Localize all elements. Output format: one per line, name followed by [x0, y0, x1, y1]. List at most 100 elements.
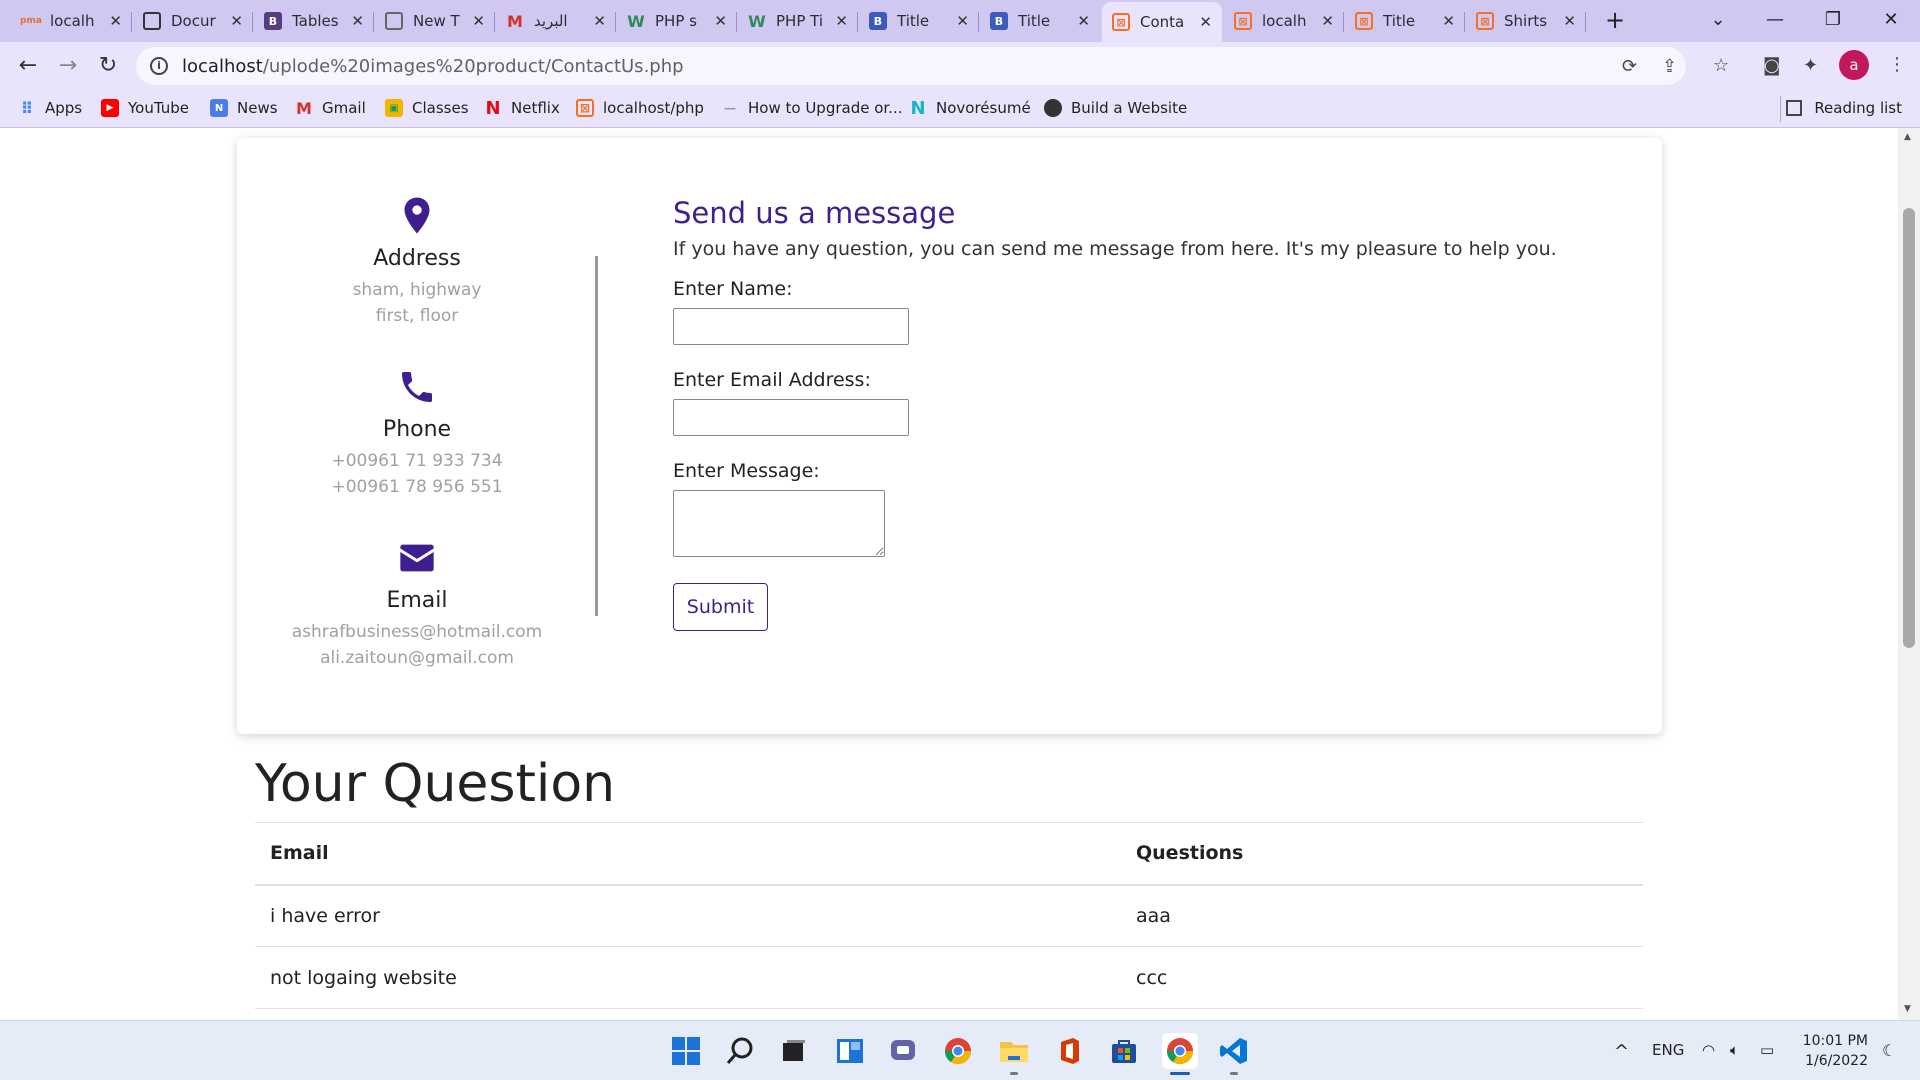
bookmark-label: How to Upgrade or... [748, 99, 903, 117]
restore-button[interactable]: ❐ [1810, 4, 1856, 36]
close-icon[interactable]: ✕ [109, 12, 122, 30]
close-icon[interactable]: ✕ [835, 12, 848, 30]
search-icon[interactable] [722, 1033, 758, 1069]
browser-tab[interactable]: Docur ✕ [133, 6, 253, 36]
browser-tab-active[interactable]: ⊠ Conta ✕ [1102, 2, 1222, 42]
reading-list-button[interactable]: Reading list [1786, 99, 1902, 117]
clock[interactable]: 10:01 PM 1/6/2022 [1803, 1031, 1868, 1071]
browser-tab[interactable]: New T ✕ [375, 6, 495, 36]
close-icon[interactable]: ✕ [593, 12, 606, 30]
table-row: i have error aaa [255, 884, 1643, 947]
close-icon[interactable]: ✕ [230, 12, 243, 30]
name-input[interactable] [673, 308, 909, 345]
globe-icon [1044, 99, 1062, 117]
share-icon[interactable]: ⇪ [1662, 56, 1677, 77]
close-icon[interactable]: ✕ [1563, 12, 1576, 30]
tab-label: localh [50, 12, 95, 30]
vscode-icon[interactable] [1216, 1033, 1252, 1075]
bookmark-novoresume[interactable]: N Novorésumé [909, 98, 1031, 119]
profile-avatar[interactable]: a [1839, 50, 1869, 80]
message-textarea[interactable] [673, 490, 885, 557]
close-icon[interactable]: ✕ [956, 12, 969, 30]
browser-tab[interactable]: B Title ✕ [859, 6, 979, 36]
notifications-icon[interactable]: ☾ [1882, 1041, 1896, 1060]
chevron-up-icon[interactable]: ^ [1614, 1041, 1629, 1062]
bookmark-youtube[interactable]: ▶ YouTube [101, 99, 189, 117]
tab-strip: pma localh ✕ Docur ✕ B Tables ✕ New T ✕ … [0, 0, 1920, 42]
language-indicator[interactable]: ENG [1652, 1041, 1684, 1059]
browser-tab[interactable]: pma localh ✕ [12, 6, 132, 36]
bookmark-news[interactable]: N News [210, 99, 278, 117]
bookmark-localhost-php[interactable]: ⊠ localhost/php [576, 99, 704, 117]
browser-tab[interactable]: ⊠ localh ✕ [1224, 6, 1344, 36]
phone-number: +00961 71 933 734 [331, 451, 503, 471]
form-title: Send us a message [673, 196, 956, 230]
volume-icon[interactable]: 🔈︎ [1730, 1041, 1739, 1059]
bookmark-apps[interactable]: ⠿ Apps [18, 99, 82, 118]
microsoft-store-icon[interactable] [1106, 1033, 1142, 1069]
chrome-active-icon[interactable] [1162, 1033, 1198, 1075]
reload-icon[interactable]: ↻ [92, 50, 124, 82]
minimize-button[interactable]: — [1752, 4, 1798, 36]
task-view-icon[interactable] [776, 1033, 812, 1069]
bookmark-classes[interactable]: ▣ Classes [385, 99, 469, 117]
scroll-down-icon[interactable]: ▼ [1904, 1004, 1911, 1014]
url-text[interactable]: localhost/uplode%20images%20product/Cont… [182, 56, 684, 77]
start-icon[interactable] [668, 1033, 704, 1069]
widgets-icon[interactable] [832, 1033, 868, 1069]
bookmark-label: Novorésumé [936, 99, 1031, 117]
email-input[interactable] [673, 399, 909, 436]
browser-tab[interactable]: ⊠ Shirts ✕ [1466, 6, 1586, 36]
browser-tab[interactable]: W PHP Ti ✕ [738, 6, 858, 36]
browser-tab[interactable]: M البريد ✕ [496, 6, 616, 36]
office-icon[interactable] [1052, 1033, 1088, 1069]
bookmark-star-icon[interactable]: ☆ [1713, 55, 1729, 76]
close-icon[interactable]: ✕ [1199, 13, 1212, 31]
clock-date: 1/6/2022 [1805, 1053, 1868, 1069]
close-icon[interactable]: ✕ [1077, 12, 1090, 30]
page-scrollbar[interactable]: ▲ ▼ [1898, 128, 1920, 1020]
w3schools-icon: W [748, 11, 766, 31]
camera-icon[interactable]: ◙ [1763, 55, 1780, 76]
address-bar[interactable]: i localhost/uplode%20images%20product/Co… [136, 47, 1686, 85]
scroll-up-icon[interactable]: ▲ [1904, 132, 1911, 142]
running-indicator [1230, 1072, 1238, 1075]
bookmark-netflix[interactable]: N Netflix [484, 98, 559, 119]
close-icon[interactable]: ✕ [1442, 12, 1455, 30]
back-arrow-icon[interactable]: ← [12, 50, 44, 82]
tab-search-icon[interactable]: ⌄ [1695, 4, 1741, 36]
running-indicator [1010, 1072, 1018, 1075]
browser-tab[interactable]: B Tables ✕ [254, 6, 374, 36]
bookmark-build-website[interactable]: Build a Website [1044, 99, 1187, 117]
close-icon[interactable]: ✕ [472, 12, 485, 30]
scroll-thumb[interactable] [1903, 208, 1915, 648]
close-icon[interactable]: ✕ [714, 12, 727, 30]
browser-tab[interactable]: W PHP s ✕ [617, 6, 737, 36]
table-row: not logaing website ccc [255, 946, 1643, 1009]
form-subtitle: If you have any question, you can send m… [673, 238, 1557, 260]
browser-tab[interactable]: B Title ✕ [980, 6, 1100, 36]
wifi-icon[interactable]: ◠ [1702, 1041, 1715, 1059]
new-tab-button[interactable]: + [1600, 6, 1630, 34]
battery-icon[interactable]: ▭ [1760, 1041, 1774, 1059]
phpmyadmin-icon: pma [20, 16, 42, 26]
chrome-icon[interactable] [940, 1033, 976, 1069]
menu-icon[interactable]: ⋮ [1888, 54, 1906, 75]
translate-icon[interactable]: ⟳ [1622, 56, 1637, 77]
info-icon[interactable]: i [150, 57, 168, 75]
extensions-icon[interactable]: ✦ [1803, 55, 1818, 76]
bookmark-gmail[interactable]: M Gmail [295, 99, 366, 118]
teams-chat-icon[interactable] [886, 1033, 922, 1069]
close-window-button[interactable]: ✕ [1868, 4, 1914, 36]
browser-tab[interactable]: ⊠ Title ✕ [1345, 6, 1465, 36]
tab-label: البريد [534, 12, 568, 30]
bookmark-how-to-upgrade[interactable]: — How to Upgrade or... [721, 99, 903, 117]
file-explorer-icon[interactable] [996, 1033, 1032, 1075]
close-icon[interactable]: ✕ [351, 12, 364, 30]
submit-button[interactable]: Submit [673, 583, 768, 631]
forward-arrow-icon[interactable]: → [52, 50, 84, 82]
bookmark-label: News [237, 99, 278, 117]
close-icon[interactable]: ✕ [1321, 12, 1334, 30]
bookmark-label: Build a Website [1071, 99, 1188, 117]
envelope-icon [400, 544, 434, 572]
